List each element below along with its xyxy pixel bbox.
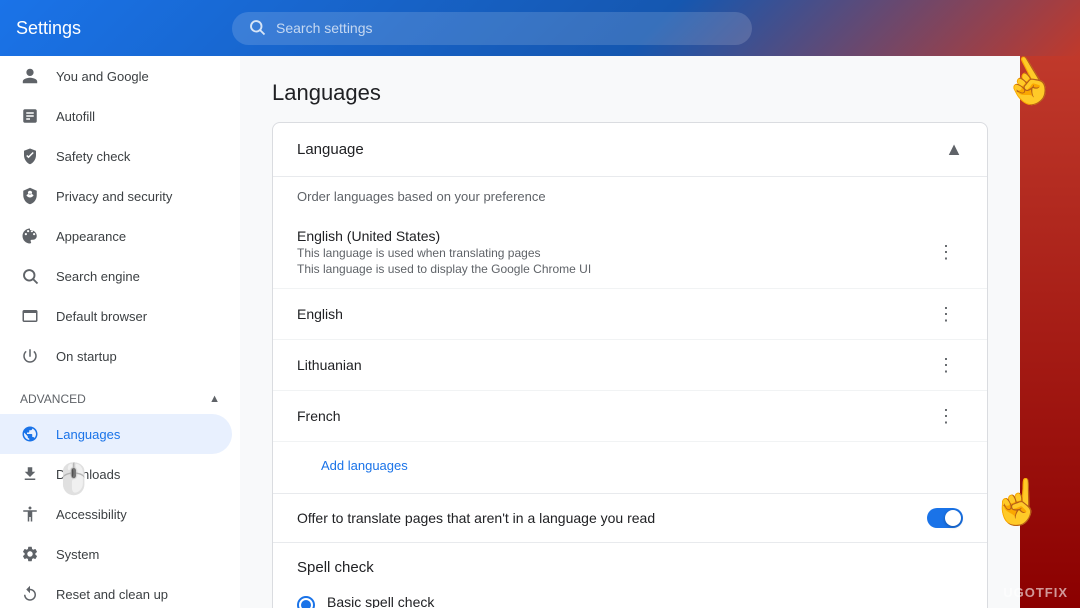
order-label: Order languages based on your preference [273, 177, 987, 216]
search-input[interactable] [276, 20, 736, 36]
language-name-english: English [297, 306, 343, 322]
privacy-icon [20, 186, 40, 206]
language-section-title-text: Language [297, 141, 364, 158]
basic-spell-check-info: Basic spell check [327, 594, 434, 608]
system-icon [20, 544, 40, 564]
language-menu-english[interactable]: ⋮ [929, 301, 963, 327]
sidebar-label-system: System [56, 547, 99, 562]
sidebar-item-privacy-security[interactable]: Privacy and security [0, 176, 232, 216]
autofill-icon [20, 106, 40, 126]
basic-spell-check-label: Basic spell check [327, 594, 434, 608]
add-languages-button[interactable]: Add languages [297, 446, 432, 485]
language-item-lithuanian: Lithuanian ⋮ [273, 340, 987, 391]
language-name-french: French [297, 408, 341, 424]
basic-spell-check-radio[interactable] [297, 596, 315, 608]
sidebar-label-on-startup: On startup [56, 349, 117, 364]
appearance-icon [20, 226, 40, 246]
search-bar[interactable] [232, 12, 752, 45]
language-item-english: English ⋮ [273, 289, 987, 340]
language-item-french: French ⋮ [273, 391, 987, 442]
sidebar-item-safety-check[interactable]: Safety check [0, 136, 232, 176]
startup-icon [20, 346, 40, 366]
language-menu-english-us[interactable]: ⋮ [929, 239, 963, 265]
sidebar-label-appearance: Appearance [56, 229, 126, 244]
languages-card: Language ▲ Order languages based on your… [272, 122, 988, 608]
accessibility-icon [20, 504, 40, 524]
sidebar-label-privacy-security: Privacy and security [56, 189, 172, 204]
person-icon [20, 66, 40, 86]
reset-icon [20, 584, 40, 604]
advanced-section[interactable]: Advanced ▲ [0, 384, 240, 414]
language-menu-french[interactable]: ⋮ [929, 403, 963, 429]
sidebar-item-system[interactable]: System [0, 534, 232, 574]
sidebar-label-reset: Reset and clean up [56, 587, 168, 602]
spell-check-title: Spell check [297, 559, 963, 576]
download-icon [20, 464, 40, 484]
sidebar: You and Google Autofill Safety check Pri… [0, 56, 240, 608]
right-background: ☝️ ☝️ [1020, 56, 1080, 608]
advanced-chevron-icon: ▲ [209, 393, 220, 405]
sidebar-label-search-engine: Search engine [56, 269, 140, 284]
basic-spell-check-item[interactable]: Basic spell check [297, 588, 963, 608]
sidebar-item-accessibility[interactable]: Accessibility [0, 494, 232, 534]
sidebar-label-you-and-google: You and Google [56, 69, 149, 84]
sidebar-item-appearance[interactable]: Appearance [0, 216, 232, 256]
watermark: UGOTFIX [1003, 585, 1068, 600]
language-info-french: French [297, 408, 341, 424]
sidebar-item-autofill[interactable]: Autofill [0, 96, 232, 136]
sidebar-item-default-browser[interactable]: Default browser [0, 296, 232, 336]
main-layout: You and Google Autofill Safety check Pri… [0, 56, 1080, 608]
app-title: Settings [16, 18, 216, 39]
language-info-english: English [297, 306, 343, 322]
advanced-label: Advanced [20, 392, 86, 406]
browser-icon [20, 306, 40, 326]
sidebar-label-default-browser: Default browser [56, 309, 147, 324]
sidebar-label-accessibility: Accessibility [56, 507, 127, 522]
sidebar-item-search-engine[interactable]: Search engine [0, 256, 232, 296]
search-icon [248, 18, 266, 39]
language-item-english-us: English (United States) This language is… [273, 216, 987, 289]
language-desc2-english-us: This language is used to display the Goo… [297, 262, 591, 276]
content-area: Languages Language ▲ Order languages bas… [240, 56, 1020, 608]
sidebar-label-languages: Languages [56, 427, 120, 442]
language-section-title: Language [297, 141, 364, 158]
language-section-chevron: ▲ [945, 139, 963, 160]
language-menu-lithuanian[interactable]: ⋮ [929, 352, 963, 378]
sidebar-item-on-startup[interactable]: On startup [0, 336, 232, 376]
globe-icon [20, 424, 40, 444]
sidebar-label-safety-check: Safety check [56, 149, 130, 164]
language-info-lithuanian: Lithuanian [297, 357, 362, 373]
translate-toggle-row: Offer to translate pages that aren't in … [273, 493, 987, 542]
sidebar-item-downloads[interactable]: Downloads 🖱️ [0, 454, 232, 494]
translate-toggle-label: Offer to translate pages that aren't in … [297, 510, 655, 526]
sidebar-item-languages[interactable]: Languages [0, 414, 232, 454]
app-header: Settings [0, 0, 1080, 56]
sidebar-label-autofill: Autofill [56, 109, 95, 124]
shield-icon [20, 146, 40, 166]
spell-check-section: Spell check Basic spell check Enhanced s… [273, 542, 987, 608]
language-name-english-us: English (United States) [297, 228, 591, 244]
sidebar-item-reset[interactable]: Reset and clean up [0, 574, 232, 608]
sidebar-item-you-and-google[interactable]: You and Google [0, 56, 232, 96]
language-info-english-us: English (United States) This language is… [297, 228, 591, 276]
language-name-lithuanian: Lithuanian [297, 357, 362, 373]
search-engine-icon [20, 266, 40, 286]
add-languages-row: Add languages [273, 442, 987, 493]
page-title: Languages [272, 80, 988, 106]
language-section-header[interactable]: Language ▲ [273, 123, 987, 177]
translate-toggle[interactable] [927, 508, 963, 528]
sidebar-label-downloads: Downloads [56, 467, 120, 482]
language-desc1-english-us: This language is used when translating p… [297, 246, 591, 260]
